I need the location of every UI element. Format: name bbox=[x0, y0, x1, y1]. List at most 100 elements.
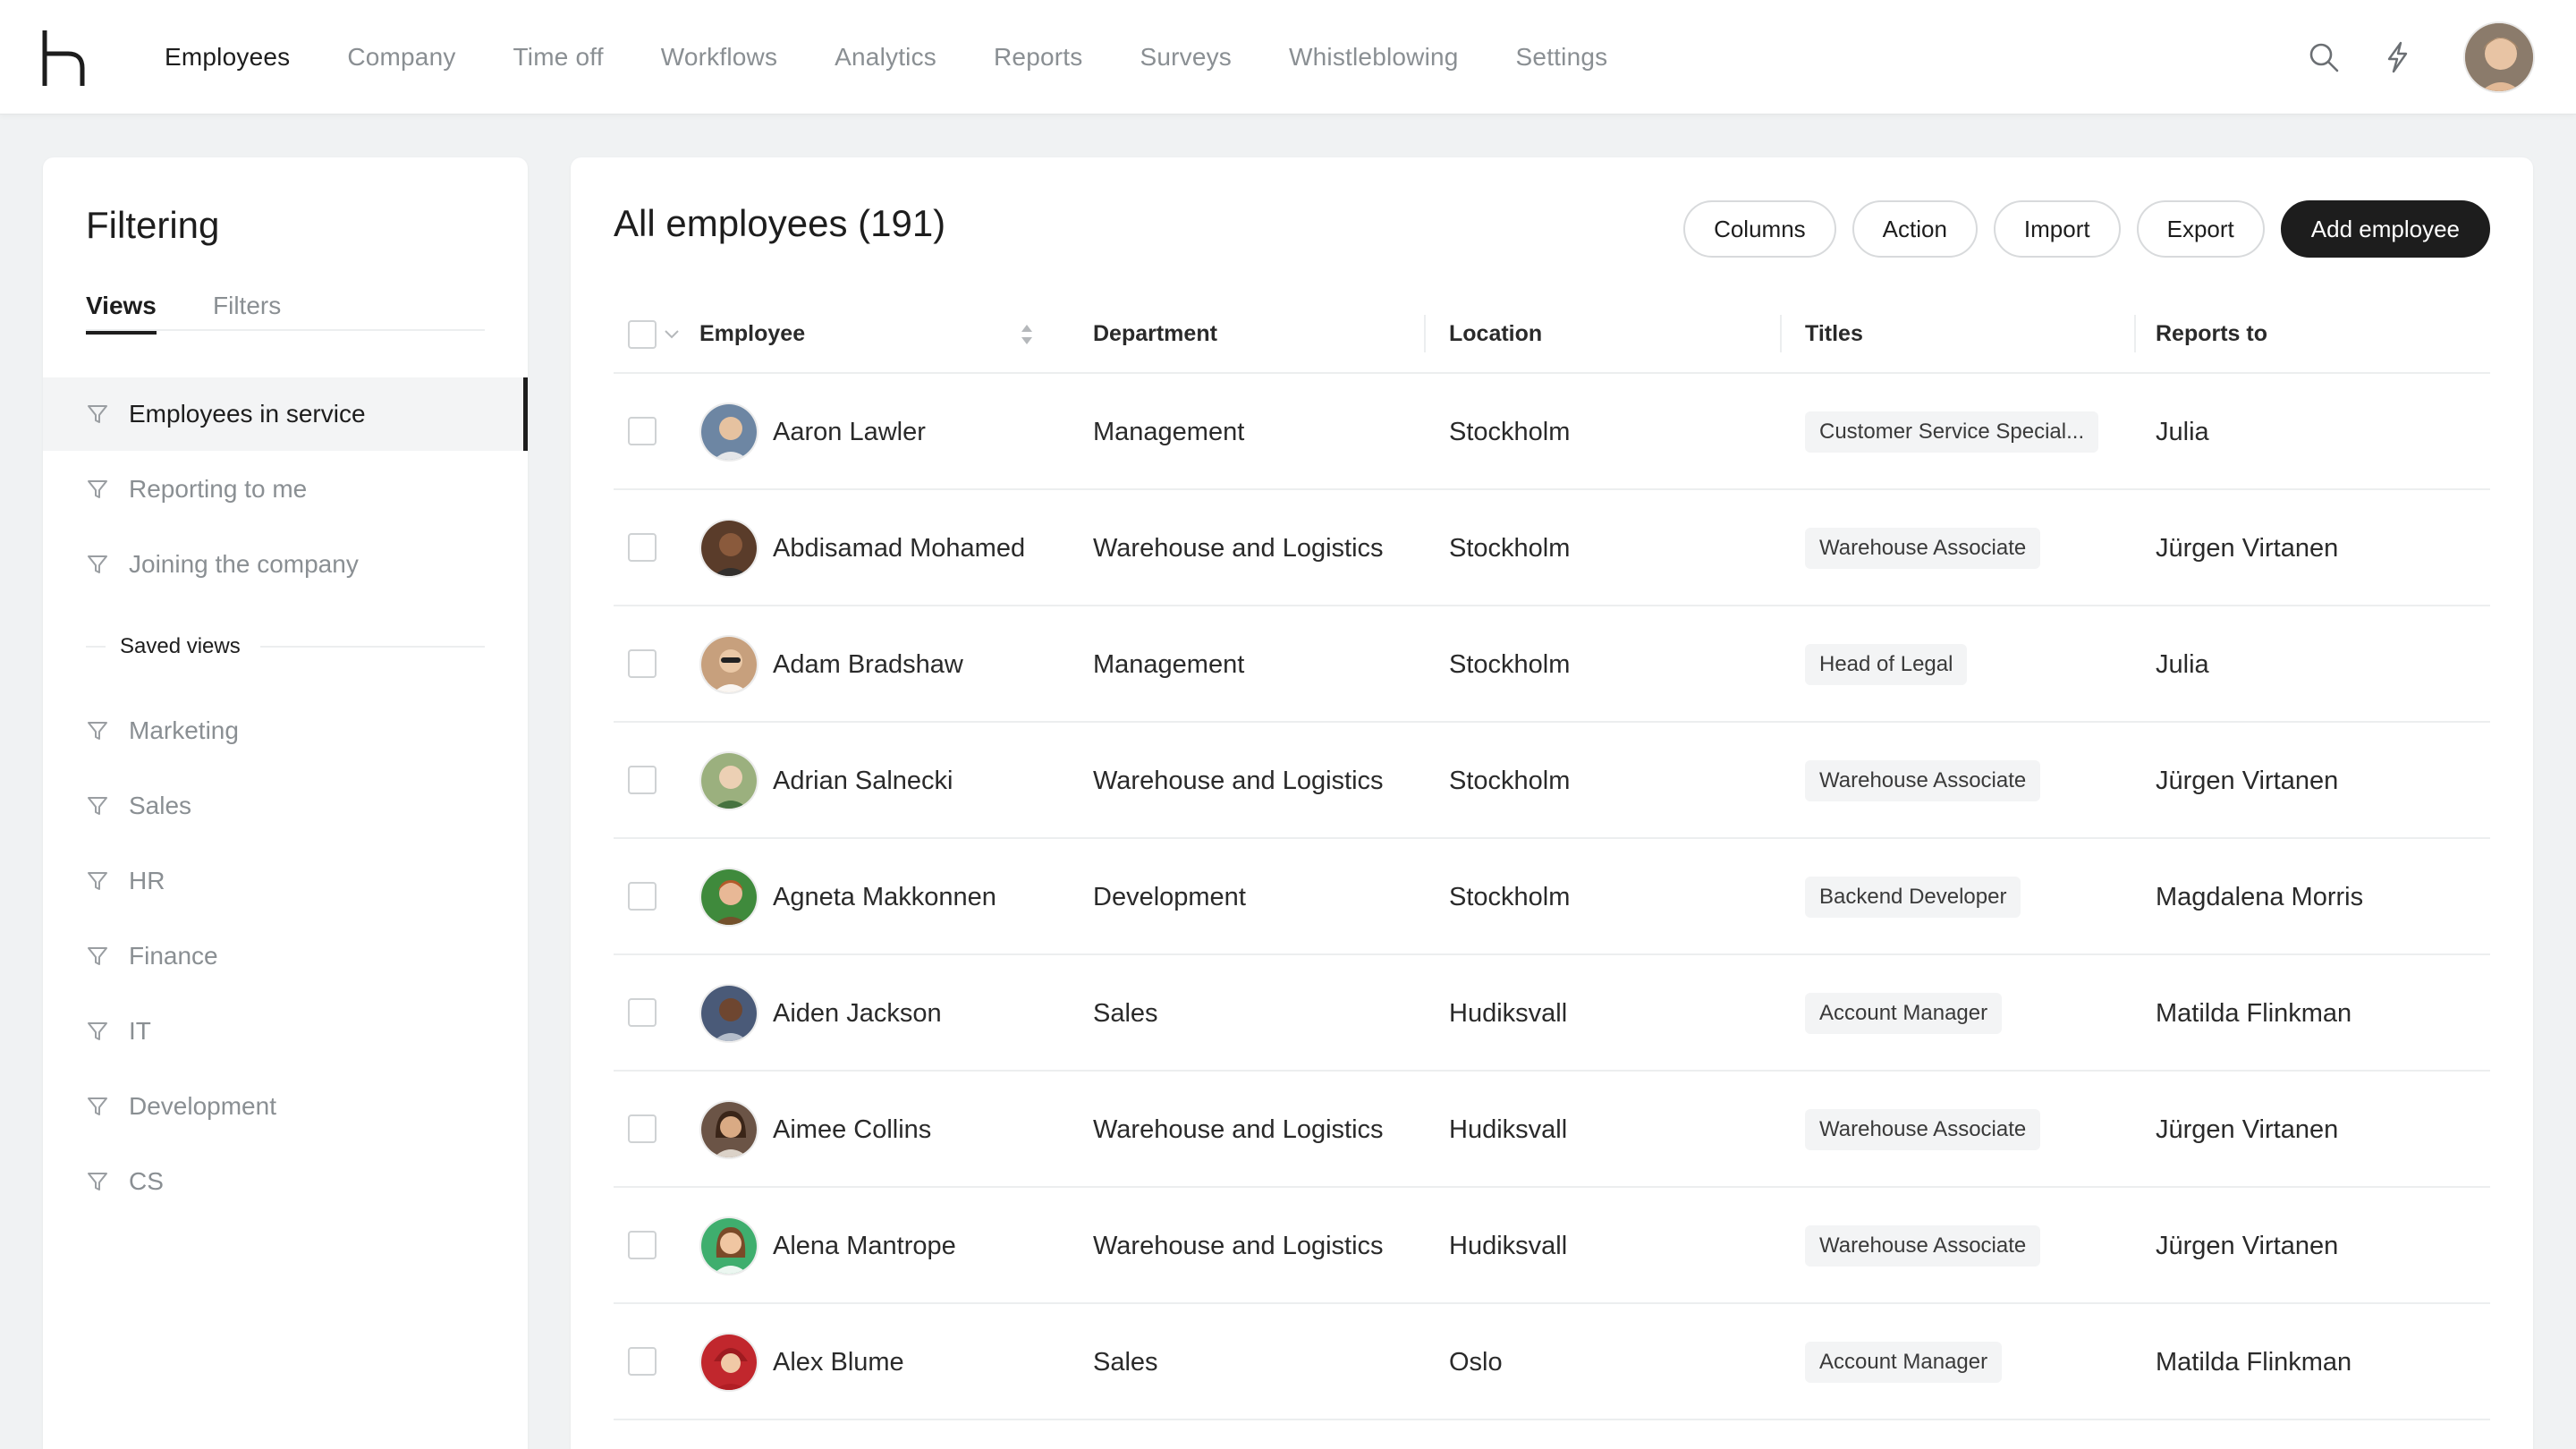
row-checkbox[interactable] bbox=[628, 533, 657, 562]
company-logo[interactable] bbox=[41, 30, 88, 86]
nav-analytics[interactable]: Analytics bbox=[835, 43, 936, 72]
employee-name[interactable]: Adrian Salnecki bbox=[773, 723, 953, 839]
saved-views-divider: Saved views bbox=[86, 633, 485, 660]
saved-view-development[interactable]: Development bbox=[43, 1070, 528, 1143]
employee-avatar[interactable] bbox=[699, 1216, 758, 1275]
table-row[interactable]: Abdisamad Mohamed Warehouse and Logistic… bbox=[614, 490, 2490, 606]
column-header-titles[interactable]: Titles bbox=[1805, 293, 1863, 374]
table-row[interactable]: Aimee Collins Warehouse and Logistics Hu… bbox=[614, 1072, 2490, 1188]
view-label: HR bbox=[129, 867, 165, 894]
view-reporting-to-me[interactable]: Reporting to me bbox=[43, 453, 528, 526]
employee-name[interactable]: Alena Mantrope bbox=[773, 1188, 956, 1304]
employee-name[interactable]: Aiden Jackson bbox=[773, 955, 942, 1072]
filtering-title: Filtering bbox=[86, 204, 220, 246]
sort-icon[interactable] bbox=[1018, 322, 1036, 347]
employee-department: Management bbox=[1093, 417, 1245, 446]
saved-view-cs[interactable]: CS bbox=[43, 1145, 528, 1218]
employee-avatar[interactable] bbox=[699, 751, 758, 810]
employee-avatar[interactable] bbox=[699, 984, 758, 1043]
employee-title-cell: Customer Service Special... bbox=[1805, 374, 2099, 490]
employee-name[interactable]: Abdisamad Mohamed bbox=[773, 490, 1025, 606]
row-checkbox[interactable] bbox=[628, 1347, 657, 1376]
columns-button[interactable]: Columns bbox=[1683, 200, 1836, 258]
chevron-down-icon[interactable] bbox=[664, 329, 680, 340]
nav-whistleblowing[interactable]: Whistleblowing bbox=[1289, 43, 1459, 72]
saved-view-sales[interactable]: Sales bbox=[43, 769, 528, 843]
saved-view-marketing[interactable]: Marketing bbox=[43, 694, 528, 767]
view-employees-in-service[interactable]: Employees in service bbox=[43, 377, 528, 451]
table-row[interactable]: Alex Blume Sales Oslo Account Manager Ma… bbox=[614, 1304, 2490, 1420]
employee-avatar[interactable] bbox=[699, 1333, 758, 1392]
employee-name[interactable]: Aaron Lawler bbox=[773, 374, 926, 490]
filter-funnel-icon bbox=[88, 797, 107, 815]
employee-location: Oslo bbox=[1449, 1347, 1503, 1377]
employee-name[interactable]: Aimee Collins bbox=[773, 1072, 931, 1188]
filtering-panel: Filtering Views Filters Employees in ser… bbox=[43, 157, 528, 1449]
employee-title-cell: Backend Developer bbox=[1805, 839, 2021, 955]
row-checkbox[interactable] bbox=[628, 882, 657, 911]
employee-title-cell: Head of Legal bbox=[1805, 606, 1968, 723]
search-icon[interactable] bbox=[2302, 36, 2345, 79]
view-label: IT bbox=[129, 1017, 151, 1045]
table-row[interactable]: Adrian Salnecki Warehouse and Logistics … bbox=[614, 723, 2490, 839]
view-label: Finance bbox=[129, 942, 218, 970]
saved-view-finance[interactable]: Finance bbox=[43, 919, 528, 993]
filter-funnel-icon bbox=[88, 405, 107, 423]
filter-funnel-icon bbox=[88, 480, 107, 498]
row-checkbox[interactable] bbox=[628, 1114, 657, 1143]
nav-time-off[interactable]: Time off bbox=[513, 43, 604, 72]
lightning-icon[interactable] bbox=[2376, 36, 2419, 79]
row-checkbox[interactable] bbox=[628, 417, 657, 445]
table-row[interactable]: Aiden Jackson Sales Hudiksvall Account M… bbox=[614, 955, 2490, 1072]
employee-avatar[interactable] bbox=[699, 1100, 758, 1159]
tab-views[interactable]: Views bbox=[86, 292, 157, 335]
export-button[interactable]: Export bbox=[2136, 200, 2265, 258]
employee-department: Warehouse and Logistics bbox=[1093, 1231, 1384, 1260]
row-checkbox[interactable] bbox=[628, 766, 657, 794]
row-checkbox[interactable] bbox=[628, 1231, 657, 1259]
row-checkbox[interactable] bbox=[628, 649, 657, 678]
employee-title-cell: Warehouse Associate bbox=[1805, 723, 2041, 839]
employee-name[interactable]: Adam Bradshaw bbox=[773, 606, 963, 723]
nav-surveys[interactable]: Surveys bbox=[1140, 43, 1232, 72]
filter-funnel-icon bbox=[88, 1022, 107, 1040]
tab-filters[interactable]: Filters bbox=[213, 292, 281, 331]
action-button[interactable]: Action bbox=[1852, 200, 1978, 258]
table-row[interactable]: Alena Mantrope Warehouse and Logistics H… bbox=[614, 1188, 2490, 1304]
employee-avatar[interactable] bbox=[699, 635, 758, 694]
select-all[interactable] bbox=[628, 320, 680, 349]
nav-company[interactable]: Company bbox=[347, 43, 455, 72]
nav-settings[interactable]: Settings bbox=[1516, 43, 1608, 72]
employee-reports-to: Jürgen Virtanen bbox=[2156, 1231, 2339, 1260]
table-row[interactable]: Adam Bradshaw Management Stockholm Head … bbox=[614, 606, 2490, 723]
select-all-checkbox[interactable] bbox=[628, 320, 657, 349]
view-joining-the-company[interactable]: Joining the company bbox=[43, 528, 528, 601]
saved-view-it[interactable]: IT bbox=[43, 995, 528, 1068]
title-chip: Warehouse Associate bbox=[1805, 1225, 2041, 1267]
employee-location: Hudiksvall bbox=[1449, 998, 1568, 1028]
nav-reports[interactable]: Reports bbox=[994, 43, 1082, 72]
row-checkbox[interactable] bbox=[628, 998, 657, 1027]
column-header-reports-to[interactable]: Reports to bbox=[2156, 293, 2267, 374]
employee-name[interactable]: Agneta Makkonnen bbox=[773, 839, 996, 955]
column-header-location[interactable]: Location bbox=[1449, 293, 1542, 374]
saved-view-hr[interactable]: HR bbox=[43, 844, 528, 918]
table-row[interactable]: Aaron Lawler Management Stockholm Custom… bbox=[614, 374, 2490, 490]
employee-avatar[interactable] bbox=[699, 402, 758, 462]
import-button[interactable]: Import bbox=[1993, 200, 2121, 258]
employee-location: Hudiksvall bbox=[1449, 1231, 1568, 1260]
column-header-department[interactable]: Department bbox=[1093, 293, 1217, 374]
employee-avatar[interactable] bbox=[699, 868, 758, 927]
add-employee-button[interactable]: Add employee bbox=[2280, 200, 2490, 258]
employee-name[interactable]: Alex Blume bbox=[773, 1304, 904, 1420]
user-avatar[interactable] bbox=[2463, 21, 2535, 93]
table-row[interactable]: Agneta Makkonnen Development Stockholm B… bbox=[614, 839, 2490, 955]
nav-employees[interactable]: Employees bbox=[165, 43, 290, 72]
nav-workflows[interactable]: Workflows bbox=[661, 43, 777, 72]
employee-table-body: Aaron Lawler Management Stockholm Custom… bbox=[614, 374, 2490, 1420]
employee-avatar[interactable] bbox=[699, 519, 758, 578]
employee-title-cell: Account Manager bbox=[1805, 955, 2003, 1072]
column-divider bbox=[2134, 315, 2136, 352]
view-label: CS bbox=[129, 1167, 164, 1195]
column-header-employee[interactable]: Employee bbox=[699, 293, 805, 374]
